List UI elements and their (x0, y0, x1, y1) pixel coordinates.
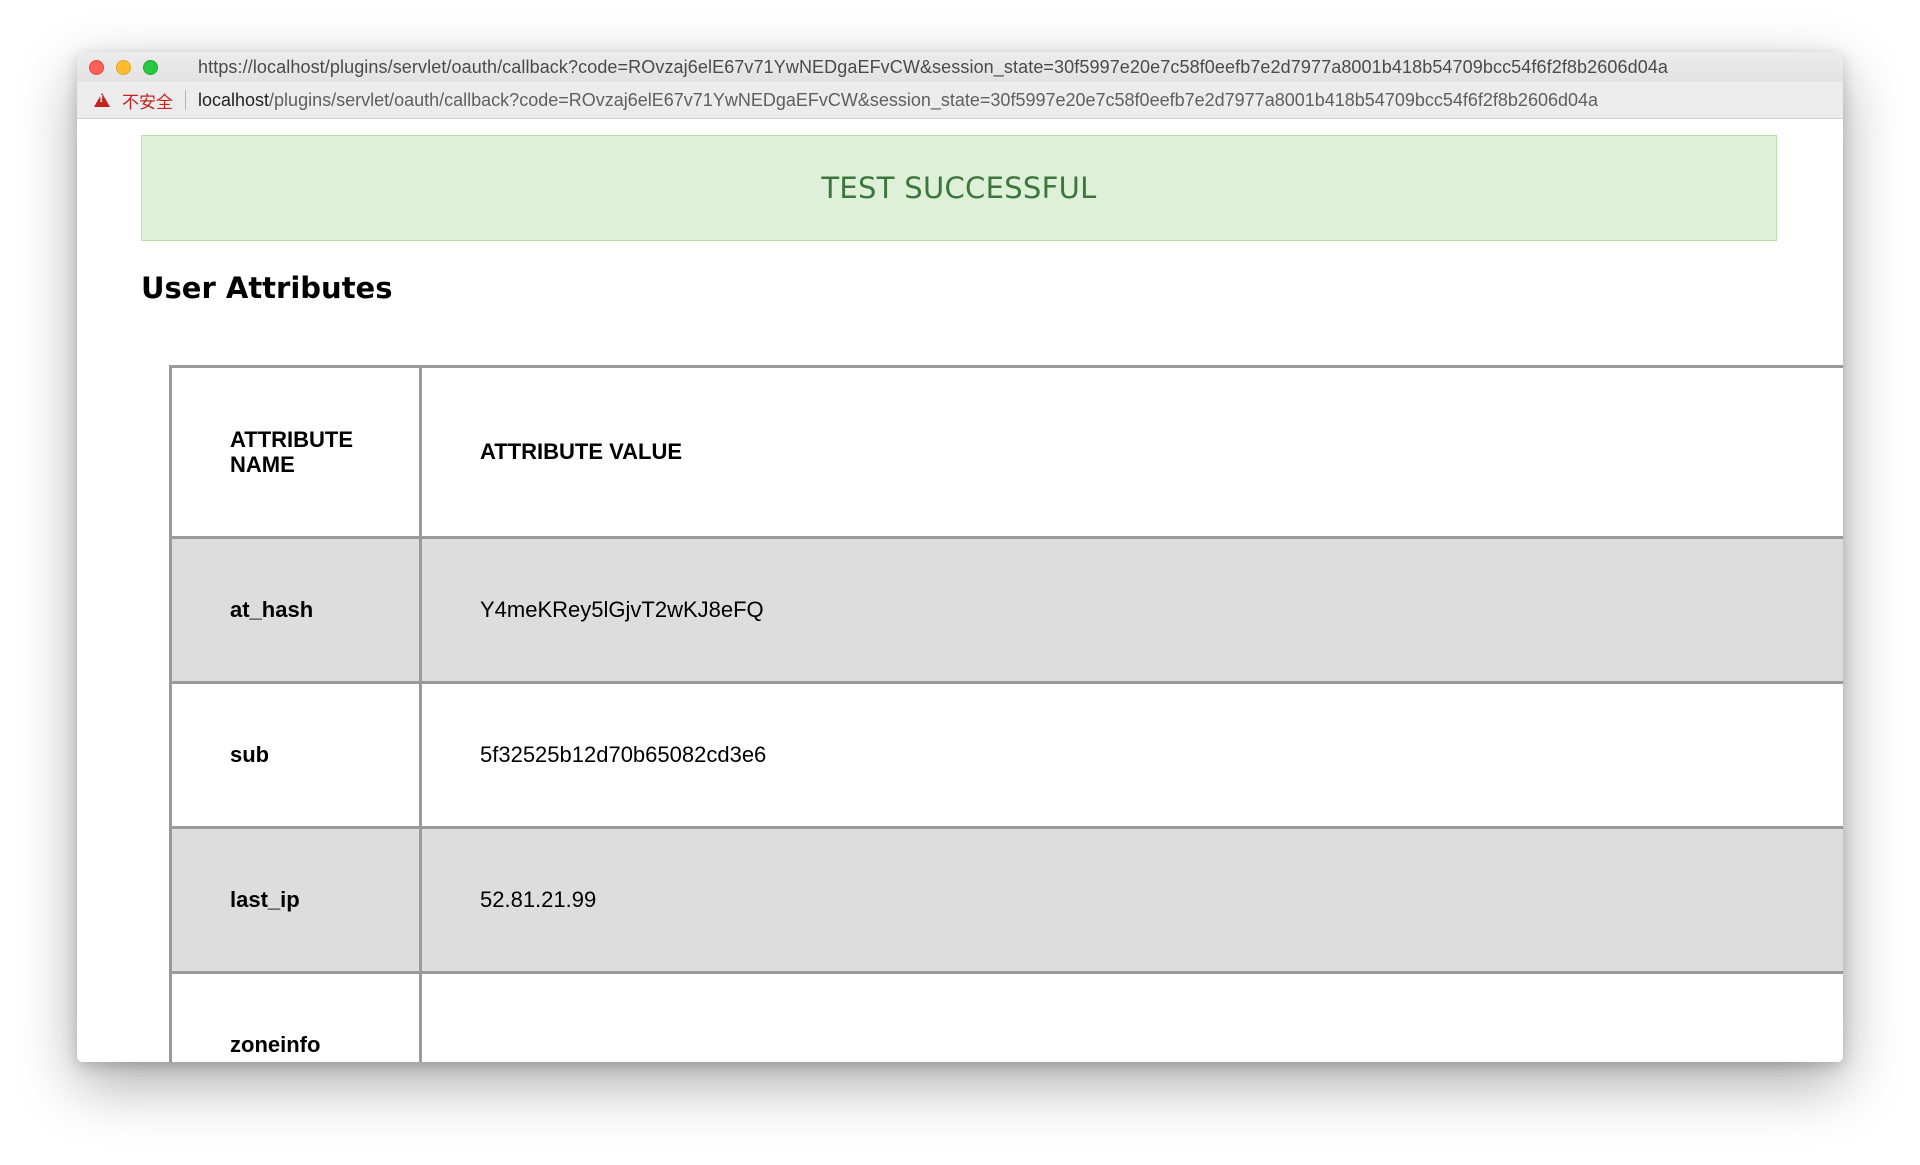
address-bar[interactable]: 不安全 localhost/plugins/servlet/oauth/call… (77, 82, 1843, 119)
table-row: at_hash Y4meKRey5lGjvT2wKJ8eFQ (169, 536, 1843, 684)
url-path[interactable]: /plugins/servlet/oauth/callback?code=ROv… (269, 90, 1598, 111)
header-attribute-value: ATTRIBUTE VALUE (419, 365, 1843, 539)
window-controls (89, 59, 158, 75)
success-banner-text: TEST SUCCESSFUL (821, 171, 1097, 205)
window-title: https://localhost/plugins/servlet/oauth/… (198, 56, 1669, 77)
zoom-window-button[interactable] (143, 59, 158, 75)
close-window-button[interactable] (89, 59, 104, 75)
table-row: last_ip 52.81.21.99 (169, 826, 1843, 974)
success-banner: TEST SUCCESSFUL (141, 135, 1777, 241)
attribute-name-cell: at_hash (169, 536, 422, 684)
browser-window: https://localhost/plugins/servlet/oauth/… (77, 52, 1843, 1062)
attribute-name-cell: zoneinfo (169, 971, 422, 1062)
attribute-value-cell: 52.81.21.99 (419, 826, 1843, 974)
warning-icon[interactable] (94, 93, 110, 107)
attribute-value-cell: 5f32525b12d70b65082cd3e6 (419, 681, 1843, 829)
title-bar: https://localhost/plugins/servlet/oauth/… (77, 52, 1843, 82)
attribute-name-cell: sub (169, 681, 422, 829)
attribute-value-cell (419, 971, 1843, 1062)
page-content: TEST SUCCESSFUL User Attributes ATTRIBUT… (77, 119, 1843, 1062)
minimize-window-button[interactable] (116, 59, 131, 75)
section-title: User Attributes (141, 271, 393, 305)
table-row: sub 5f32525b12d70b65082cd3e6 (169, 681, 1843, 829)
attribute-value-cell: Y4meKRey5lGjvT2wKJ8eFQ (419, 536, 1843, 684)
attributes-table: ATTRIBUTE NAME ATTRIBUTE VALUE at_hash Y… (169, 365, 1843, 1062)
header-attribute-name: ATTRIBUTE NAME (169, 365, 422, 539)
attribute-name-cell: last_ip (169, 826, 422, 974)
table-header-row: ATTRIBUTE NAME ATTRIBUTE VALUE (169, 365, 1843, 539)
url-host[interactable]: localhost (198, 90, 269, 111)
table-row: zoneinfo (169, 971, 1843, 1062)
address-separator (185, 90, 186, 110)
security-label[interactable]: 不安全 (122, 88, 173, 113)
desktop-background: https://localhost/plugins/servlet/oauth/… (0, 0, 1920, 1165)
